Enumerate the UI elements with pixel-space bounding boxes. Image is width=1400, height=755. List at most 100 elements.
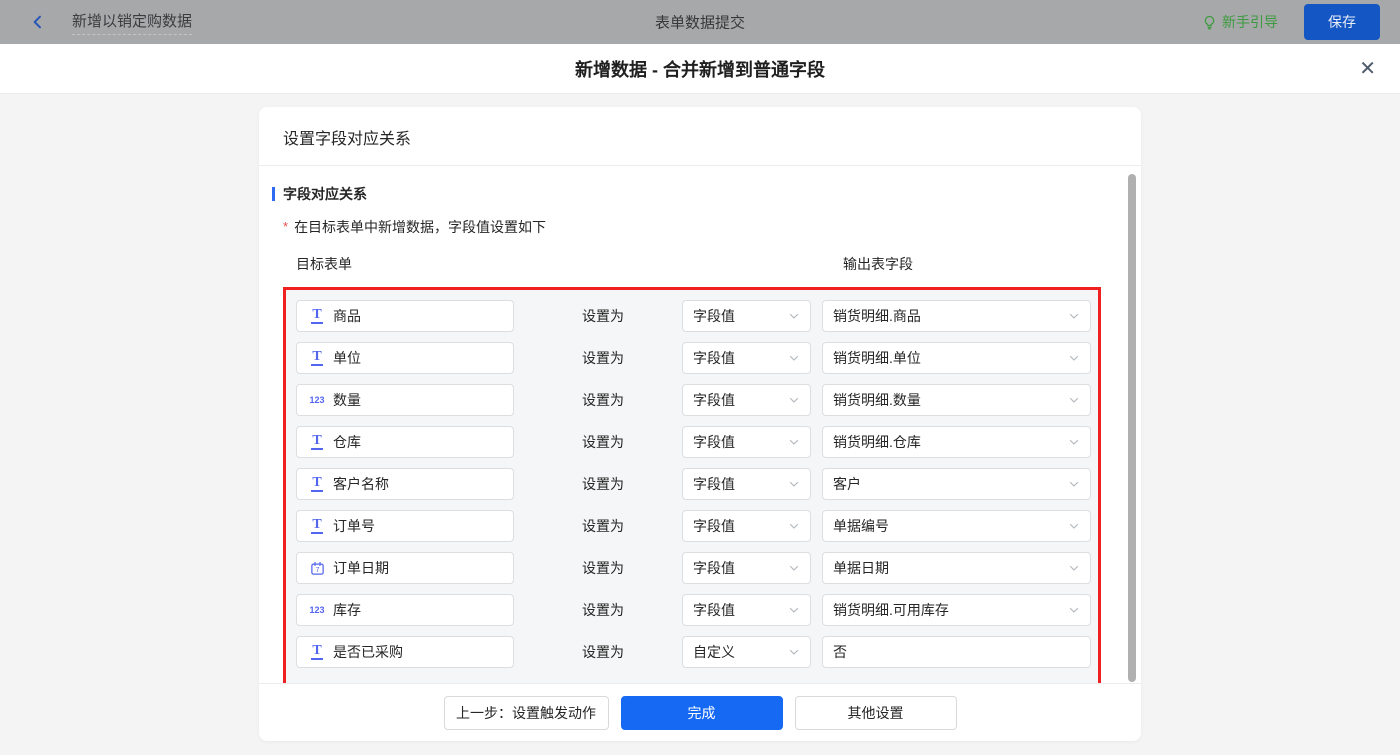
mode-select[interactable]: 字段值 <box>682 468 811 500</box>
target-field-input[interactable]: T 商品 <box>296 300 514 332</box>
mode-select[interactable]: 字段值 <box>682 510 811 542</box>
custom-value-input[interactable]: 否 <box>822 636 1091 668</box>
target-field-label: 商品 <box>333 308 361 324</box>
chevron-down-icon <box>1068 604 1080 616</box>
chevron-down-icon <box>788 520 800 532</box>
target-field-input[interactable]: T 单位 <box>296 342 514 374</box>
output-select-value: 销货明细.单位 <box>833 350 921 366</box>
save-button[interactable]: 保存 <box>1304 4 1380 40</box>
section-accent-bar <box>272 187 275 201</box>
target-field-input[interactable]: 123 数量 <box>296 384 514 416</box>
target-field-input[interactable]: T 仓库 <box>296 426 514 458</box>
other-settings-button[interactable]: 其他设置 <box>794 695 957 730</box>
mode-select-value: 字段值 <box>693 560 735 576</box>
set-as-label: 设置为 <box>582 518 624 534</box>
card-scroll-area: 字段对应关系 * 在目标表单中新增数据，字段值设置如下 目标表单 输出表字段 T… <box>259 166 1141 683</box>
chevron-down-icon <box>1068 562 1080 574</box>
mode-select-value: 字段值 <box>693 392 735 408</box>
chevron-down-icon <box>788 604 800 616</box>
number-field-icon: 123 <box>309 395 325 405</box>
target-field-input[interactable]: T 订单号 <box>296 510 514 542</box>
mode-select[interactable]: 字段值 <box>682 300 811 332</box>
mapping-row: T 订单号 设置为 字段值 单据编号 <box>296 510 1091 542</box>
mode-select-value: 字段值 <box>693 518 735 534</box>
output-select[interactable]: 销货明细.可用库存 <box>822 594 1091 626</box>
beginner-guide-link[interactable]: 新手引导 <box>1202 12 1278 32</box>
card-footer: 上一步：设置触发动作 完成 其他设置 <box>259 683 1141 741</box>
mode-select[interactable]: 字段值 <box>682 594 811 626</box>
chevron-down-icon <box>1068 478 1080 490</box>
settings-card: 设置字段对应关系 字段对应关系 * 在目标表单中新增数据，字段值设置如下 目标表… <box>259 107 1141 741</box>
mode-select[interactable]: 字段值 <box>682 384 811 416</box>
flow-name-editable[interactable]: 新增以销定购数据 <box>72 10 193 35</box>
mapping-row: T 客户名称 设置为 字段值 客户 <box>296 468 1091 500</box>
chevron-down-icon <box>788 436 800 448</box>
mode-select-value: 字段值 <box>693 602 735 618</box>
set-as-label: 设置为 <box>582 350 624 366</box>
target-field-input[interactable]: 123 库存 <box>296 594 514 626</box>
section-title-text: 字段对应关系 <box>283 186 367 202</box>
mapping-row: T 商品 设置为 字段值 销货明细.商品 <box>296 300 1091 332</box>
mapping-row: 7 订单日期 设置为 字段值 单据日期 <box>296 552 1091 584</box>
beginner-guide-label: 新手引导 <box>1222 14 1278 30</box>
target-field-input[interactable]: 7 订单日期 <box>296 552 514 584</box>
target-field-input[interactable]: T 客户名称 <box>296 468 514 500</box>
chevron-down-icon <box>788 478 800 490</box>
set-as-label: 设置为 <box>582 434 624 450</box>
text-field-icon: T <box>307 517 327 535</box>
text-field-icon: T <box>307 643 327 661</box>
lightbulb-icon <box>1202 15 1217 30</box>
text-field-icon: T <box>307 349 327 367</box>
output-select[interactable]: 销货明细.单位 <box>822 342 1091 374</box>
chevron-down-icon <box>1068 520 1080 532</box>
mode-select-value: 自定义 <box>693 644 735 660</box>
output-select[interactable]: 销货明细.数量 <box>822 384 1091 416</box>
chevron-down-icon <box>1068 352 1080 364</box>
set-as-label: 设置为 <box>582 308 624 324</box>
mode-select[interactable]: 自定义 <box>682 636 811 668</box>
section-title: 字段对应关系 <box>272 184 1117 204</box>
vertical-scrollbar[interactable] <box>1128 174 1136 682</box>
date-field-icon: 7 <box>307 561 327 576</box>
target-field-label: 订单日期 <box>333 560 389 576</box>
chevron-down-icon <box>788 646 800 658</box>
target-field-input[interactable]: T 是否已采购 <box>296 636 514 668</box>
chevron-down-icon <box>1068 310 1080 322</box>
card-header-title: 设置字段对应关系 <box>259 107 1141 166</box>
column-headers: 目标表单 输出表字段 <box>283 254 1117 274</box>
output-select[interactable]: 单据日期 <box>822 552 1091 584</box>
mode-select-value: 字段值 <box>693 308 735 324</box>
done-button[interactable]: 完成 <box>620 695 783 730</box>
output-select[interactable]: 销货明细.仓库 <box>822 426 1091 458</box>
target-field-label: 订单号 <box>333 518 375 534</box>
chevron-down-icon <box>1068 436 1080 448</box>
target-field-label: 库存 <box>333 602 361 618</box>
mapping-highlight-box: T 商品 设置为 字段值 销货明细.商品 T 单位 设置为 字段值 销货明细.单… <box>283 287 1101 683</box>
back-button[interactable] <box>26 10 50 34</box>
mode-select[interactable]: 字段值 <box>682 342 811 374</box>
mapping-row: T 是否已采购 设置为 自定义 否 <box>296 636 1091 668</box>
mode-select[interactable]: 字段值 <box>682 552 811 584</box>
text-field-icon: T <box>307 307 327 325</box>
mode-select-value: 字段值 <box>693 350 735 366</box>
mode-select[interactable]: 字段值 <box>682 426 811 458</box>
number-field-icon: 123 <box>309 605 325 615</box>
chevron-down-icon <box>1068 394 1080 406</box>
set-as-label: 设置为 <box>582 644 624 660</box>
target-field-label: 数量 <box>333 392 361 408</box>
output-select-value: 否 <box>833 644 847 660</box>
text-field-icon: T <box>307 475 327 493</box>
chevron-left-icon <box>30 14 46 30</box>
output-select[interactable]: 销货明细.商品 <box>822 300 1091 332</box>
mode-select-value: 字段值 <box>693 476 735 492</box>
target-field-label: 客户名称 <box>333 476 389 492</box>
modal-title-band: 新增数据 - 合并新增到普通字段 ✕ <box>0 44 1400 94</box>
output-select[interactable]: 单据编号 <box>822 510 1091 542</box>
prev-step-button[interactable]: 上一步：设置触发动作 <box>443 695 609 730</box>
close-icon[interactable]: ✕ <box>1359 59 1376 79</box>
output-select[interactable]: 客户 <box>822 468 1091 500</box>
chevron-down-icon <box>788 394 800 406</box>
required-asterisk: * <box>283 219 289 234</box>
target-field-label: 仓库 <box>333 434 361 450</box>
text-field-icon: T <box>307 433 327 451</box>
